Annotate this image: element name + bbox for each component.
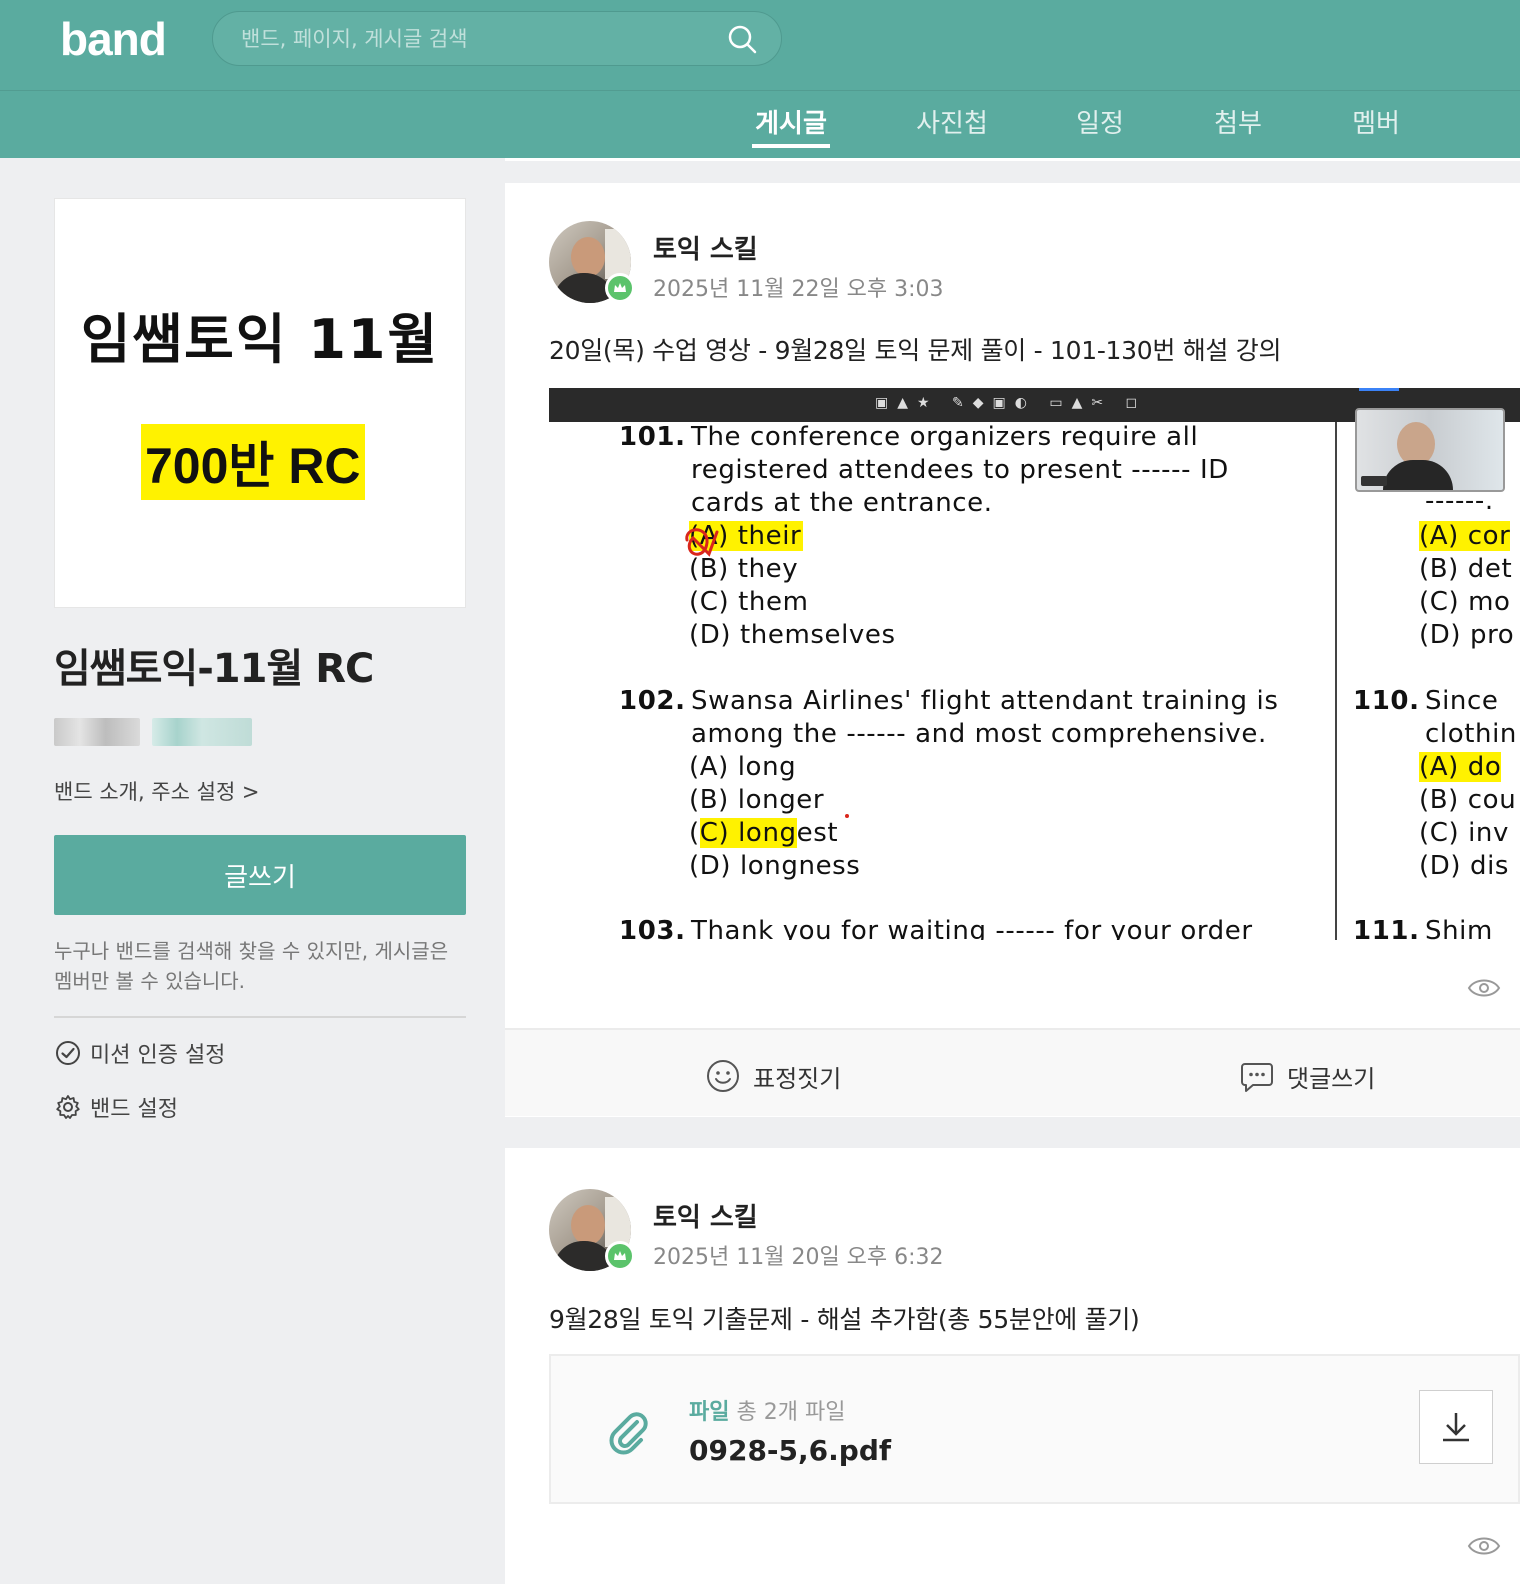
- question-text: Since: [1425, 686, 1499, 716]
- comment-button[interactable]: 댓글쓰기: [1239, 1058, 1375, 1094]
- post-card: 토익 스킬 2025년 11월 22일 오후 3:03 20일(목) 수업 영상…: [505, 183, 1520, 1117]
- answer-option: (C) inv: [1419, 818, 1509, 848]
- post-body: 9월28일 토익 기출문제 - 해설 추가함(총 55분안에 풀기): [549, 1305, 1140, 1334]
- band-settings-link[interactable]: 밴드 설정: [54, 1091, 178, 1123]
- question-number: 111.: [1353, 916, 1420, 940]
- comment-bubble-icon: [1241, 1063, 1273, 1092]
- post-card: 토익 스킬 2025년 11월 20일 오후 6:32 9월28일 토익 기출문…: [505, 1148, 1520, 1584]
- question-text: ------.: [1425, 486, 1494, 516]
- paperclip-icon: [609, 1412, 648, 1455]
- video-thumbnail[interactable]: ▣▲★ ✎◆▣◐ ▭▲✂ ◻ 101. The conference organ…: [549, 388, 1520, 940]
- answer-option: (C) them: [689, 587, 809, 617]
- question-number: 110.: [1353, 686, 1420, 716]
- download-icon: [1443, 1413, 1469, 1442]
- sidebar-divider: [54, 1016, 466, 1018]
- question-number: 102.: [619, 686, 686, 716]
- post-author[interactable]: 토익 스킬: [653, 229, 758, 266]
- pen-dot: [845, 814, 849, 818]
- write-post-button[interactable]: 글쓰기: [54, 835, 466, 915]
- leader-crown-icon: [605, 1241, 635, 1271]
- answer-option: (D) longness: [689, 851, 861, 881]
- post-body: 20일(목) 수업 영상 - 9월28일 토익 문제 풀이 - 101-130번…: [549, 336, 1282, 365]
- cover-title: 임쌤토익 11월: [80, 308, 440, 371]
- eye-icon: [1467, 979, 1501, 997]
- band-cover-image[interactable]: 임쌤토익 11월 700반 RC: [54, 198, 466, 608]
- question-text: Thank you for waiting ------ for your or…: [691, 916, 1253, 940]
- feed-top-strip: [505, 158, 1520, 161]
- tab-posts[interactable]: 게시글: [752, 103, 830, 148]
- comment-label: 댓글쓰기: [1287, 1064, 1376, 1093]
- answer-option: (B) they: [689, 554, 799, 584]
- blurred-member-info: [54, 718, 140, 746]
- download-button[interactable]: [1419, 1390, 1493, 1464]
- page-divider: [1335, 422, 1337, 940]
- blurred-member-info-2: [152, 718, 252, 746]
- question-text: Swansa Airlines' flight attendant traini…: [691, 686, 1279, 716]
- tab-bar: 게시글 사진첩 일정 첨부 멤버: [0, 90, 1520, 158]
- smiley-icon: [707, 1060, 739, 1092]
- check-circle-icon: [56, 1041, 80, 1065]
- search-bar[interactable]: [212, 11, 782, 66]
- tab-attachments[interactable]: 첨부: [1206, 103, 1270, 148]
- react-label: 표정짓기: [753, 1064, 842, 1093]
- gear-icon: [56, 1095, 80, 1119]
- answer-option: (D) dis: [1419, 851, 1510, 881]
- mission-settings-link[interactable]: 미션 인증 설정: [54, 1037, 225, 1069]
- search-input[interactable]: [241, 12, 711, 65]
- file-label: 파일: [689, 1400, 730, 1425]
- answer-option: (D) pro: [1419, 620, 1515, 650]
- file-name[interactable]: 0928-5,6.pdf: [689, 1434, 891, 1467]
- file-summary: 파일 총 2개 파일: [689, 1394, 845, 1426]
- band-info-link[interactable]: 밴드 소개, 주소 설정 >: [54, 776, 260, 806]
- tab-members[interactable]: 멤버: [1344, 103, 1408, 148]
- post-date: 2025년 11월 22일 오후 3:03: [653, 277, 944, 302]
- tab-schedule[interactable]: 일정: [1068, 103, 1132, 148]
- question-text: among the ------ and most comprehensive.: [691, 719, 1267, 749]
- privacy-note: 누구나 밴드를 검색해 찾을 수 있지만, 게시글은 멤버만 볼 수 있습니다.: [54, 939, 449, 993]
- mission-settings-label: 미션 인증 설정: [90, 1043, 226, 1068]
- answer-option-highlighted: (C) longest: [689, 818, 839, 848]
- leader-crown-icon: [605, 273, 635, 303]
- answer-option: (D) themselves: [689, 620, 896, 650]
- answer-option: (B) longer: [689, 785, 825, 815]
- file-attachment[interactable]: 파일 총 2개 파일 0928-5,6.pdf: [549, 1354, 1520, 1504]
- band-name: 임쌤토익-11월 RC: [54, 646, 374, 692]
- answer-option: (C) mo: [1419, 587, 1511, 617]
- question-text: cards at the entrance.: [691, 488, 993, 518]
- question-number: 101.: [619, 422, 686, 452]
- question-text: clothin: [1425, 719, 1518, 749]
- answer-option: (A) long: [689, 752, 797, 782]
- cover-subtitle: 700반 RC: [141, 424, 365, 500]
- answer-option: (B) det: [1419, 554, 1513, 584]
- lecturer-webcam: [1355, 408, 1505, 492]
- question-number: 103.: [619, 916, 686, 940]
- answer-option-highlighted: (A) cor: [1419, 521, 1511, 551]
- react-button[interactable]: 표정짓기: [705, 1058, 841, 1094]
- post-action-bar: 표정짓기 댓글쓰기: [505, 1028, 1520, 1116]
- band-settings-label: 밴드 설정: [90, 1097, 178, 1122]
- post-author[interactable]: 토익 스킬: [653, 1197, 758, 1234]
- top-header: band: [0, 0, 1520, 90]
- answer-option: (B) cou: [1419, 785, 1517, 815]
- file-count: 총 2개 파일: [736, 1400, 846, 1425]
- eye-icon: [1467, 1537, 1501, 1555]
- tab-photos[interactable]: 사진첩: [908, 103, 996, 148]
- pen-check-mark: [685, 528, 719, 557]
- question-text: The conference organizers require all: [691, 422, 1199, 452]
- search-icon[interactable]: [727, 24, 757, 54]
- question-text: Shim: [1425, 916, 1493, 940]
- post-date: 2025년 11월 20일 오후 6:32: [653, 1245, 944, 1270]
- band-logo[interactable]: band: [60, 12, 167, 66]
- question-text: registered attendees to present ------ I…: [691, 455, 1229, 485]
- answer-option-highlighted: (A) do: [1419, 752, 1502, 782]
